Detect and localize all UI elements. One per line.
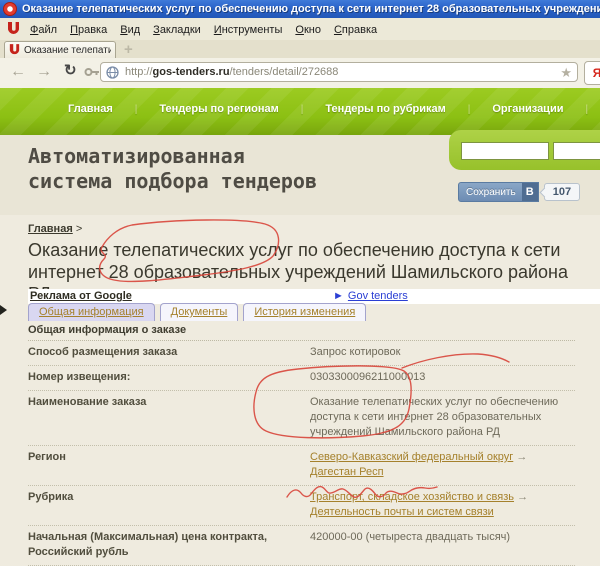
browser-app-icon [3,2,17,16]
nav-item[interactable]: Тендеры по регионам [159,103,278,115]
nav-item[interactable]: Организации [492,103,563,115]
page-tab[interactable]: История изменения [243,303,366,321]
section-title: Общая информация о заказе [28,322,575,341]
key-icon[interactable] [84,66,100,78]
gov-tenders-link[interactable]: Gov tenders [348,290,408,302]
row-label: Наименование заказа [28,395,310,440]
page-tabs: Общая информация ДокументыИстория изменен… [28,303,371,322]
row-label: Рубрика [28,490,310,520]
row-value: Запрос котировок [310,345,575,360]
site-logo: Автоматизированная система подбора тенде… [28,144,317,194]
url-text: http://gos-tenders.ru/tenders/detail/272… [125,66,560,78]
value-link[interactable]: Транспорт, складское хозяйство и связь [310,491,514,503]
vk-share-count: 107 [544,183,580,201]
yandex-button[interactable]: Я [584,61,600,85]
details-table: Способ размещения заказаЗапрос котировок… [28,341,575,566]
row-label: Начальная (Максимальная) цена контракта,… [28,530,310,560]
menu-bar: Файл Правка Вид Закладки Инструменты Окно Спра… [0,18,600,40]
browser-tab[interactable]: Оказание телепатичес... [4,41,116,58]
row-label: Регион [28,450,310,480]
row-value: Северо-Кавказский федеральный округ → Да… [310,450,575,480]
table-row: Начальная (Максимальная) цена контракта,… [28,526,575,566]
table-row: Номер извещения:0303300096211000013 [28,366,575,391]
tab-favicon [9,44,20,56]
menu-item[interactable]: Вид [120,24,140,36]
google-ads-label[interactable]: Реклама от Google [30,290,132,302]
back-button[interactable]: ← [10,62,26,82]
link-arrow: → [513,451,527,463]
new-tab-button[interactable]: + [124,42,133,57]
browser-tabstrip: Оказание телепатичес... + [0,40,600,59]
address-bar: ← → ↻ http://gos-tenders.ru/tenders/deta… [0,58,600,88]
vk-share-widget: Сохранить В 107 [458,182,580,202]
nav-item[interactable]: Тендеры по рубрикам [325,103,445,115]
ad-arrow-icon [0,305,7,315]
row-value: 0303300096211000013 [310,370,575,385]
nav-item[interactable]: Главная [68,103,113,115]
menu-item[interactable]: Правка [70,24,107,36]
vk-save-button[interactable]: Сохранить В [458,182,539,202]
link-arrow: → [514,491,528,503]
browser-tab-title: Оказание телепатичес... [24,45,111,56]
page-tab[interactable]: Документы [160,303,239,321]
value-link[interactable]: Дагестан Респ [310,466,384,478]
gov-tenders-link-wrap: ► Gov tenders [333,290,408,302]
reload-button[interactable]: ↻ [64,61,77,81]
window-title: Оказание телепатических услуг по обеспеч… [22,3,600,15]
menu-item[interactable]: Справка [334,24,377,36]
browser-logo-icon [7,22,20,36]
forward-button[interactable]: → [36,62,52,82]
row-label: Номер извещения: [28,370,310,385]
table-row: РубрикаТранспорт, складское хозяйство и … [28,486,575,526]
vk-icon: В [522,183,538,201]
menu-items: Файл Правка Вид Закладки Инструменты Окно Спра… [30,20,390,38]
ad-band: Реклама от Google ► Gov tenders [28,289,600,304]
menu-item[interactable]: Файл [30,24,57,36]
value-link[interactable]: Деятельность почты и систем связи [310,506,494,518]
page-tab[interactable]: Общая информация [28,303,155,321]
menu-item[interactable]: Инструменты [214,24,283,36]
row-label: Способ размещения заказа [28,345,310,360]
menu-item[interactable]: Закладки [153,24,201,36]
search-input-2[interactable] [553,142,600,160]
bookmark-star-icon[interactable]: ★ [560,66,572,79]
url-field[interactable]: http://gos-tenders.ru/tenders/detail/272… [100,62,578,82]
table-row: Наименование заказаОказание телепатическ… [28,391,575,446]
row-value: Транспорт, складское хозяйство и связь →… [310,490,575,520]
breadcrumb-home-link[interactable]: Главная [28,223,73,235]
menu-item[interactable]: Окно [295,24,321,36]
nav-separator: | [301,104,304,115]
window-titlebar: Оказание телепатических услуг по обеспеч… [0,0,600,18]
nav-separator: | [468,104,471,115]
row-value: Оказание телепатических услуг по обеспеч… [310,395,575,440]
value-link[interactable]: Северо-Кавказский федеральный округ [310,451,513,463]
play-arrow-icon: ► [333,290,344,302]
table-row: РегионСеверо-Кавказский федеральный окру… [28,446,575,486]
globe-icon [106,66,119,79]
breadcrumb: Главная > [28,223,82,235]
nav-separator: | [585,104,588,115]
main-content: Главная > Оказание телепатических услуг … [0,215,600,501]
search-input-1[interactable] [461,142,549,160]
search-panel [449,130,600,170]
nav-separator: | [135,104,138,115]
row-value: 420000-00 (четыреста двадцать тысяч) [310,530,575,560]
table-row: Способ размещения заказаЗапрос котировок [28,341,575,366]
site-nav: Главная | Тендеры по регионам | Тендеры по р… [0,88,600,135]
